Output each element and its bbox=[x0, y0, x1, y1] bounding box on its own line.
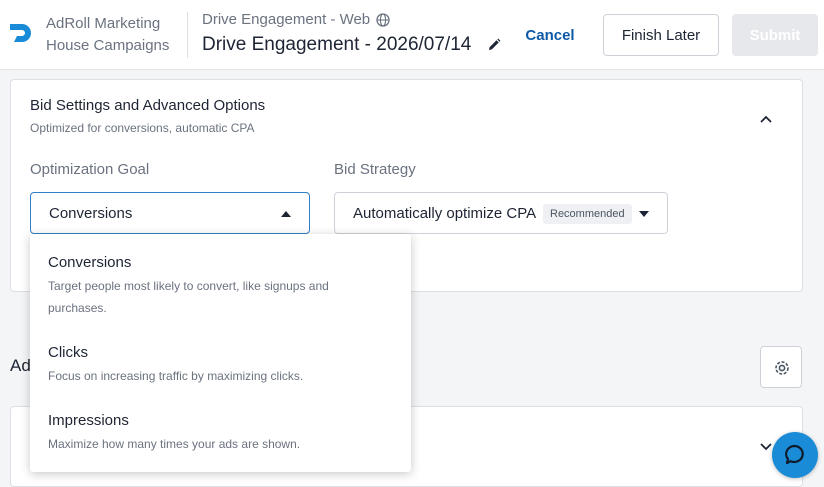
optimization-goal-label: Optimization Goal bbox=[30, 161, 150, 178]
optimization-goal-value: Conversions bbox=[49, 205, 133, 222]
optimization-goal-menu: Conversions Target people most likely to… bbox=[30, 234, 411, 472]
recommended-badge: Recommended bbox=[543, 204, 632, 224]
adroll-logo-icon bbox=[10, 24, 31, 42]
organization-name[interactable]: AdRoll Marketing House Campaigns bbox=[46, 13, 176, 57]
bid-strategy-value: Automatically optimize CPA bbox=[353, 205, 537, 222]
caret-down-icon bbox=[639, 211, 649, 217]
cancel-button[interactable]: Cancel bbox=[515, 15, 585, 55]
bid-settings-subtitle: Optimized for conversions, automatic CPA bbox=[30, 121, 255, 135]
goal-option-clicks[interactable]: Clicks Focus on increasing traffic by ma… bbox=[48, 344, 358, 387]
section-title: Ad bbox=[10, 356, 31, 375]
caret-up-icon bbox=[281, 211, 291, 217]
bid-strategy-select[interactable]: Automatically optimize CPA Recommended bbox=[334, 192, 668, 234]
chevron-up-icon[interactable] bbox=[757, 110, 775, 128]
top-bar: AdRoll Marketing House Campaigns Drive E… bbox=[0, 0, 824, 70]
gear-icon bbox=[775, 361, 789, 375]
settings-button[interactable] bbox=[760, 346, 802, 388]
campaign-type: Drive Engagement - Web bbox=[202, 11, 390, 28]
pencil-icon[interactable] bbox=[487, 38, 501, 52]
globe-icon bbox=[376, 12, 390, 27]
submit-button[interactable]: Submit bbox=[732, 14, 818, 56]
optimization-goal-select[interactable]: Conversions bbox=[30, 192, 310, 234]
bid-settings-title: Bid Settings and Advanced Options bbox=[30, 97, 266, 114]
goal-option-conversions[interactable]: Conversions Target people most likely to… bbox=[48, 254, 358, 319]
bid-strategy-label: Bid Strategy bbox=[334, 161, 416, 178]
header-divider bbox=[187, 12, 188, 58]
goal-option-impressions[interactable]: Impressions Maximize how many times your… bbox=[48, 412, 358, 455]
campaign-name: Drive Engagement - 2026/07/14 bbox=[202, 34, 501, 56]
chat-bubble-icon bbox=[785, 444, 804, 465]
finish-later-button[interactable]: Finish Later bbox=[603, 14, 719, 56]
chat-button[interactable] bbox=[772, 432, 818, 478]
